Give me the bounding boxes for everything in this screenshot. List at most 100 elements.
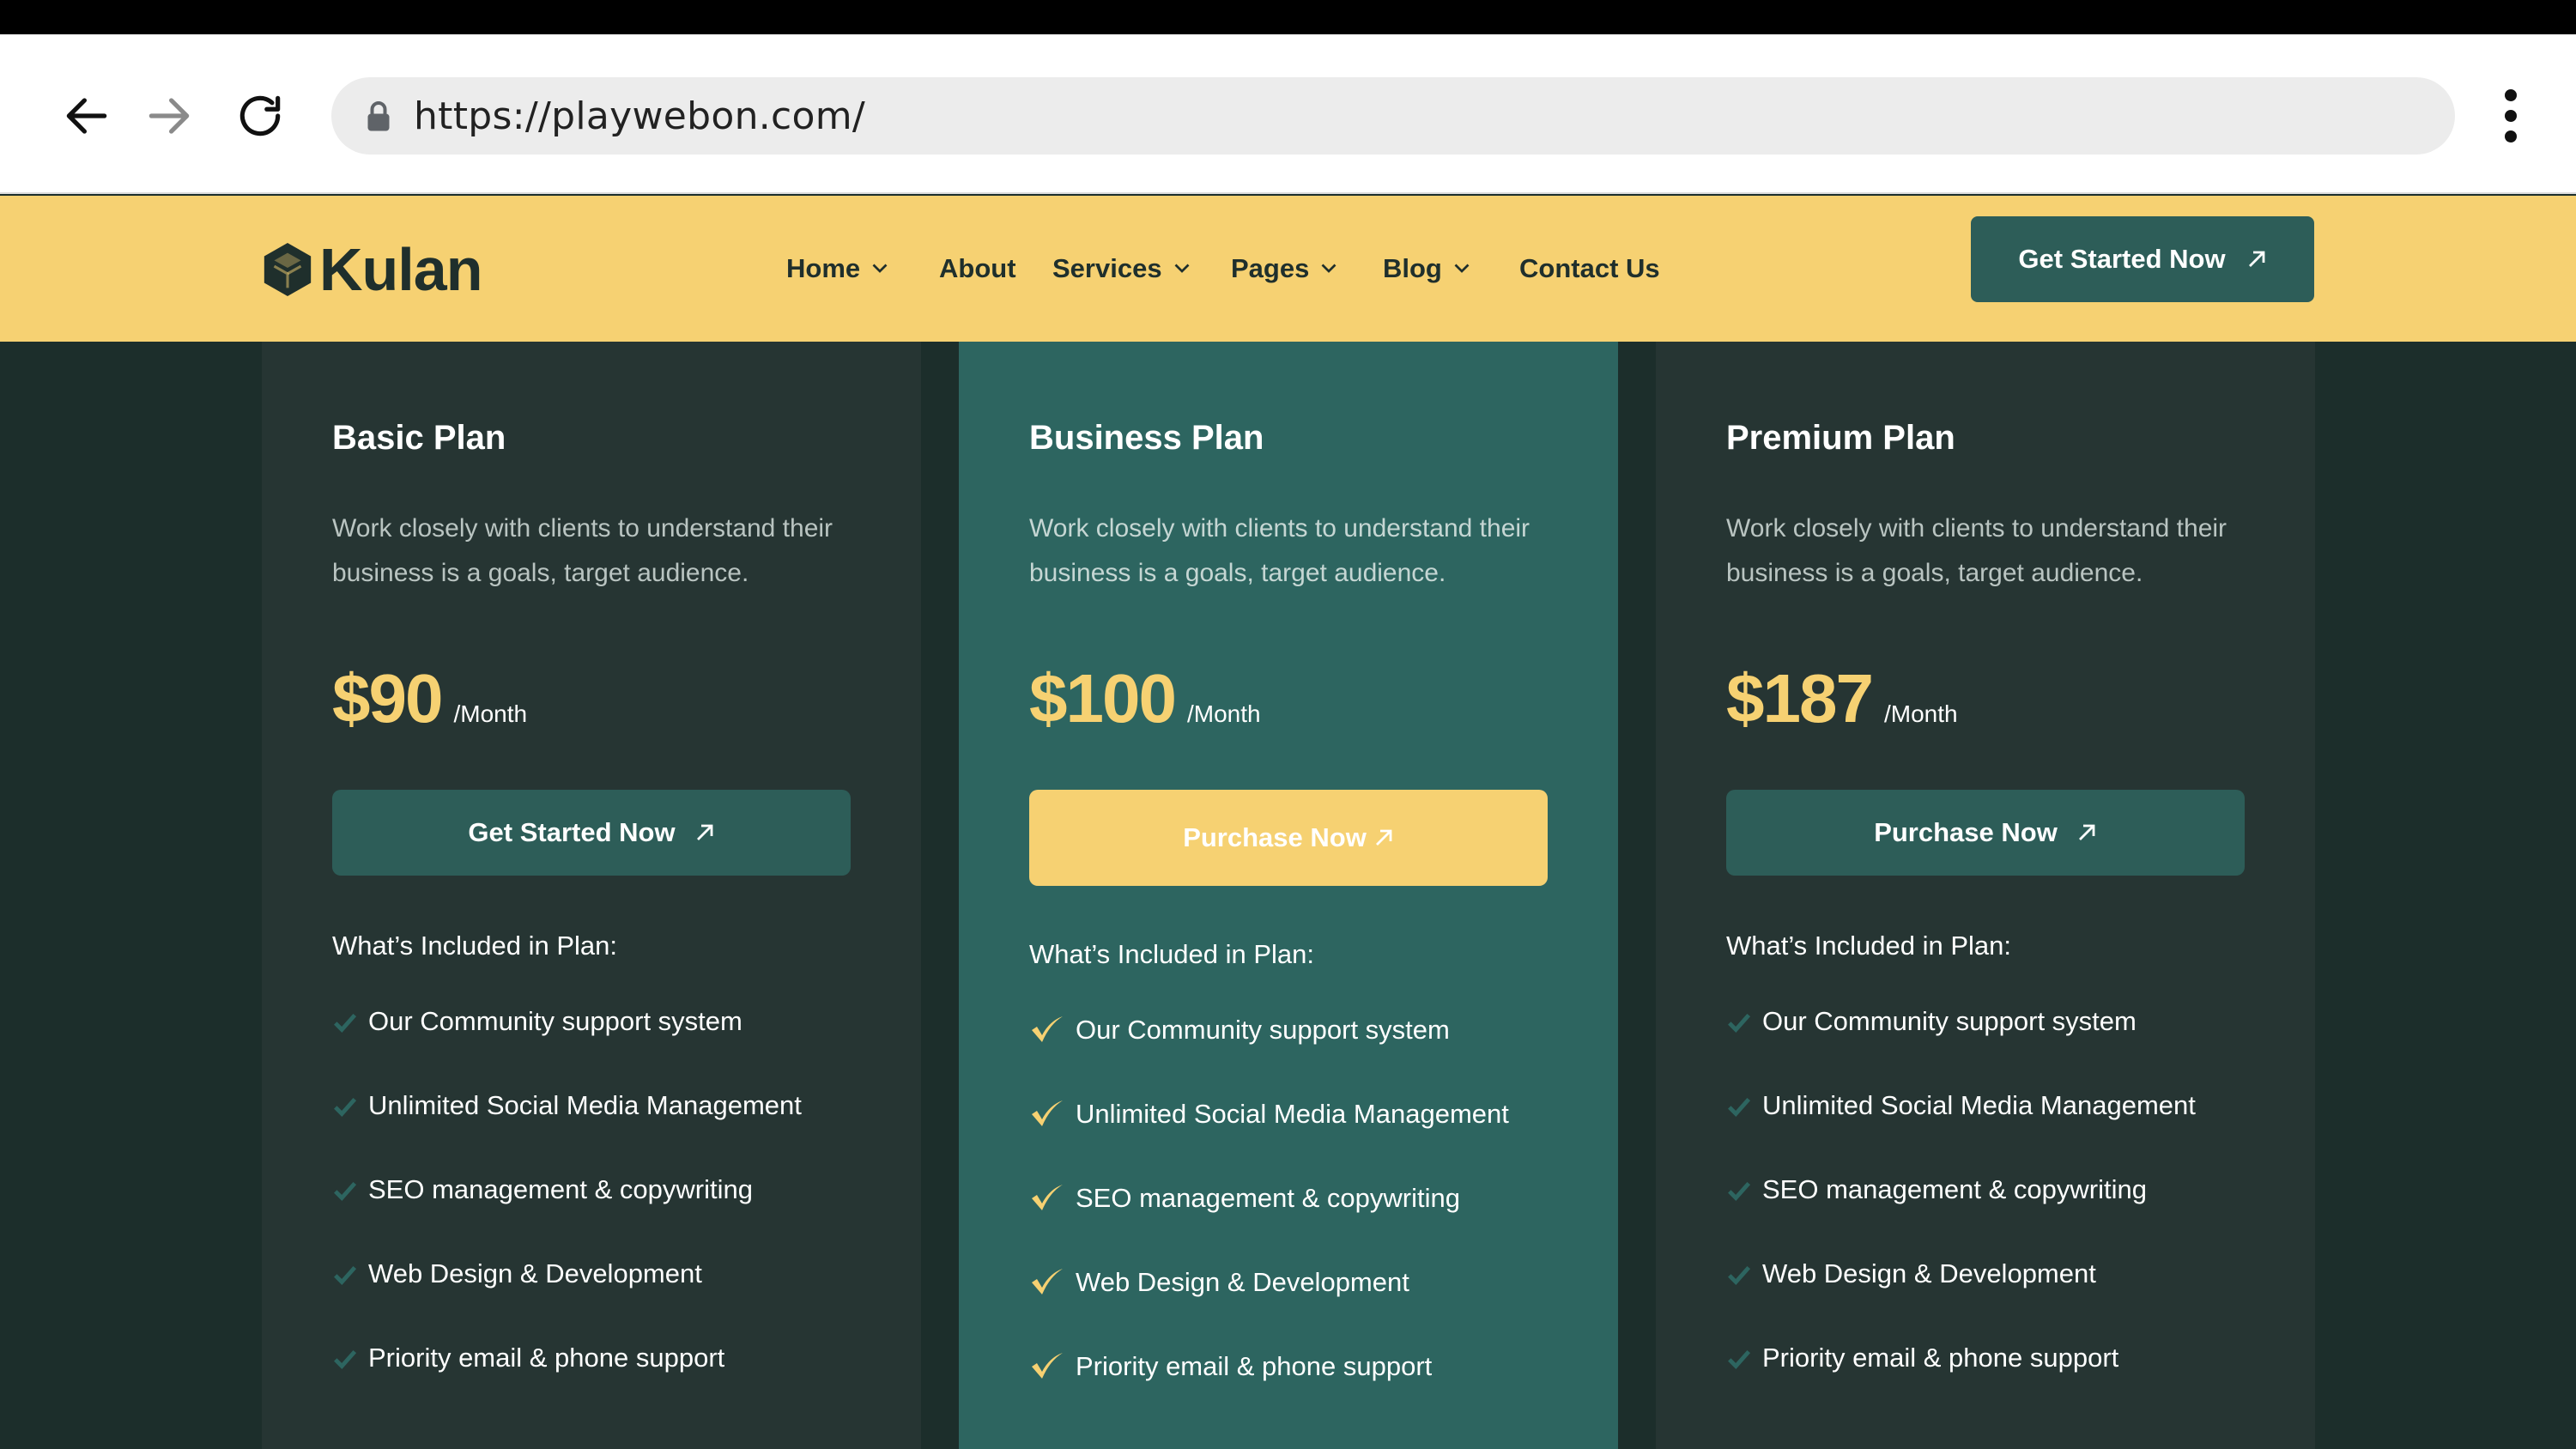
plan-description: Work closely with clients to understand … <box>332 514 833 587</box>
feature-item: Unlimited Social Media Management <box>1726 1090 2196 1174</box>
included-heading: What’s Included in Plan: <box>1029 939 1315 969</box>
check-icon <box>1728 1181 1751 1201</box>
button-label: Get Started Now <box>2018 244 2226 274</box>
back-button[interactable] <box>48 77 125 155</box>
nav-item-home[interactable]: Home <box>786 247 888 290</box>
browser-toolbar: https://playwebon.com/ <box>0 34 2576 194</box>
dot-icon <box>2505 110 2517 122</box>
feature-text: Our Community support system <box>368 1006 742 1036</box>
lock-icon <box>367 101 390 131</box>
check-icon <box>334 1349 357 1369</box>
button-label: Purchase Now <box>1183 822 1367 852</box>
reload-button[interactable] <box>221 77 299 155</box>
nav-item-about[interactable]: About <box>939 247 1016 290</box>
price-row: $90 /Month <box>332 659 527 738</box>
plan-price: $100 <box>1029 660 1177 737</box>
chevron-down-icon <box>872 264 888 273</box>
check-icon <box>1032 1269 1063 1294</box>
feature-item: Our Community support system <box>1029 1015 1509 1099</box>
feature-list: Our Community support system Unlimited S… <box>332 1006 802 1427</box>
nav-label: Contact Us <box>1519 253 1660 283</box>
header-get-started-button[interactable]: Get Started Now <box>1971 216 2314 302</box>
button-label: Get Started Now <box>468 817 676 847</box>
check-icon <box>1032 1185 1063 1210</box>
feature-item: Priority email & phone support <box>1029 1351 1509 1435</box>
url-text: https://playwebon.com/ <box>414 94 866 138</box>
chevron-down-icon <box>1321 264 1336 273</box>
feature-list: Our Community support system Unlimited S… <box>1726 1006 2196 1427</box>
check-icon <box>334 1013 357 1033</box>
arrow-up-right-icon <box>2248 251 2264 267</box>
feature-item: Our Community support system <box>1726 1006 2196 1090</box>
arrow-up-right-icon <box>2078 824 2095 840</box>
feature-text: Priority email & phone support <box>1762 1343 2119 1373</box>
check-icon <box>1728 1265 1751 1285</box>
feature-text: Unlimited Social Media Management <box>1762 1090 2196 1120</box>
included-heading: What’s Included in Plan: <box>332 931 618 961</box>
feature-item: SEO management & copywriting <box>1726 1174 2196 1258</box>
feature-item: Unlimited Social Media Management <box>332 1090 802 1174</box>
nav-item-contact[interactable]: Contact Us <box>1519 247 1660 290</box>
plan-period: /Month <box>1186 700 1261 727</box>
feature-item: Web Design & Development <box>332 1258 802 1343</box>
arrow-left-icon <box>66 98 107 134</box>
check-icon <box>334 1097 357 1117</box>
nav-label: Home <box>786 253 861 283</box>
included-heading: What’s Included in Plan: <box>1726 931 2012 961</box>
dot-icon <box>2505 130 2517 142</box>
status-bar <box>0 0 2576 34</box>
plan-description: Work closely with clients to understand … <box>1726 514 2227 587</box>
pricing-card-premium: Premium Plan Work closely with clients t… <box>1656 342 2315 1449</box>
feature-item: Web Design & Development <box>1726 1258 2196 1343</box>
plan-description: Work closely with clients to understand … <box>1029 514 1530 587</box>
check-icon <box>1728 1013 1751 1033</box>
feature-text: SEO management & copywriting <box>1762 1174 2147 1204</box>
plan-price: $187 <box>1726 660 1874 737</box>
arrow-up-right-icon <box>1375 829 1392 846</box>
feature-item: SEO management & copywriting <box>332 1174 802 1258</box>
arrow-right-icon <box>148 98 190 134</box>
chevron-down-icon <box>1454 264 1470 273</box>
check-icon <box>1032 1353 1063 1379</box>
button-label: Purchase Now <box>1874 817 2058 847</box>
reload-icon <box>239 95 281 136</box>
feature-text: Web Design & Development <box>1762 1258 2096 1288</box>
arrow-up-right-icon <box>696 824 712 840</box>
purchase-now-button[interactable]: Purchase Now <box>1029 790 1548 886</box>
feature-list: Our Community support system Unlimited S… <box>1029 1015 1509 1435</box>
pricing-card-business: Business Plan Work closely with clients … <box>959 342 1618 1449</box>
feature-text: Web Design & Development <box>1076 1267 1409 1297</box>
check-icon <box>1728 1349 1751 1369</box>
get-started-button[interactable]: Get Started Now <box>332 790 851 876</box>
price-row: $100 /Month <box>1029 659 1261 738</box>
feature-text: Priority email & phone support <box>368 1343 725 1373</box>
dot-icon <box>2505 89 2517 101</box>
site-header: Kulan Home About Services Pages Blog Con… <box>0 196 2576 342</box>
feature-text: SEO management & copywriting <box>368 1174 753 1204</box>
plan-title: Basic Plan <box>332 419 506 457</box>
nav-item-pages[interactable]: Pages <box>1231 247 1336 290</box>
feature-item: Priority email & phone support <box>332 1343 802 1427</box>
address-bar[interactable]: https://playwebon.com/ <box>331 77 2455 155</box>
purchase-now-button[interactable]: Purchase Now <box>1726 790 2245 876</box>
nav-label: Pages <box>1231 253 1310 283</box>
feature-text: Priority email & phone support <box>1076 1351 1433 1381</box>
pricing-card-basic: Basic Plan Work closely with clients to … <box>262 342 921 1449</box>
check-icon <box>334 1181 357 1201</box>
nav-item-services[interactable]: Services <box>1052 247 1190 290</box>
price-row: $187 /Month <box>1726 659 1958 738</box>
feature-text: SEO management & copywriting <box>1076 1183 1460 1213</box>
feature-item: Our Community support system <box>332 1006 802 1090</box>
feature-text: Our Community support system <box>1762 1006 2137 1036</box>
feature-item: SEO management & copywriting <box>1029 1183 1509 1267</box>
check-icon <box>334 1265 357 1285</box>
check-icon <box>1032 1016 1063 1042</box>
plan-period: /Month <box>1883 700 1958 727</box>
nav-label: About <box>939 253 1016 283</box>
check-icon <box>1032 1100 1063 1126</box>
forward-button[interactable] <box>130 77 208 155</box>
browser-menu-button[interactable] <box>2472 77 2549 155</box>
plan-title: Business Plan <box>1029 419 1264 457</box>
nav-item-blog[interactable]: Blog <box>1383 247 1470 290</box>
nav-label: Services <box>1052 253 1162 283</box>
